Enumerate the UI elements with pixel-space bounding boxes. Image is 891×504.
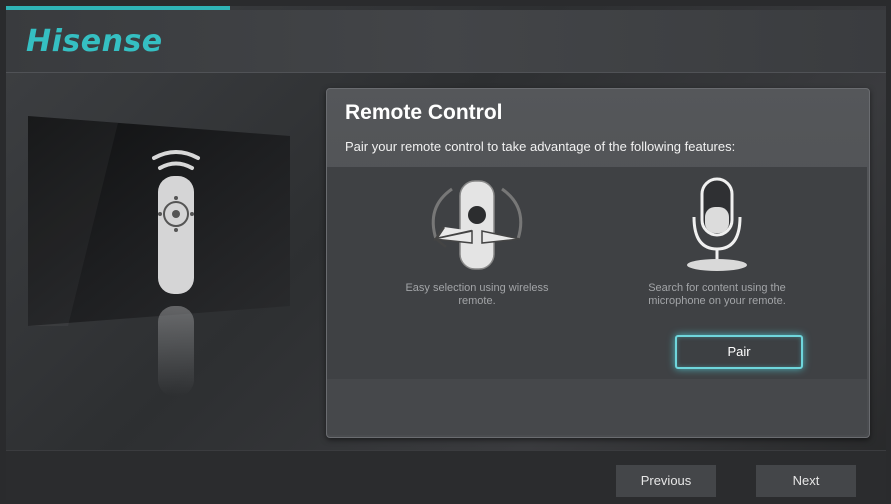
remote-gesture-icon <box>431 180 523 270</box>
remote-control-dialog: Remote Control Pair your remote control … <box>326 88 870 438</box>
previous-button[interactable]: Previous <box>616 465 716 497</box>
feature-caption: Easy selection using wireless remote. <box>405 282 549 307</box>
dialog-subtitle: Pair your remote control to take advanta… <box>345 139 736 154</box>
remote-control-illustration <box>28 116 290 396</box>
next-button[interactable]: Next <box>756 465 856 497</box>
setup-screen: Hisense Remote Control Pair your remote … <box>6 6 886 500</box>
feature-voice-search: Search for content using the microphone … <box>627 177 807 308</box>
hisense-logo: Hisense <box>26 24 163 59</box>
remote-reflection <box>158 306 194 396</box>
feature-wireless-selection: Easy selection using wireless remote. <box>387 177 567 308</box>
feature-caption: Search for content using the microphone … <box>648 282 786 307</box>
dialog-bottom-panel <box>327 379 867 435</box>
pair-button[interactable]: Pair <box>675 335 803 369</box>
header-bar: Hisense <box>6 10 886 73</box>
microphone-icon <box>687 177 747 271</box>
footer-bar: Previous Next <box>6 450 886 500</box>
dialog-title: Remote Control <box>345 101 503 124</box>
